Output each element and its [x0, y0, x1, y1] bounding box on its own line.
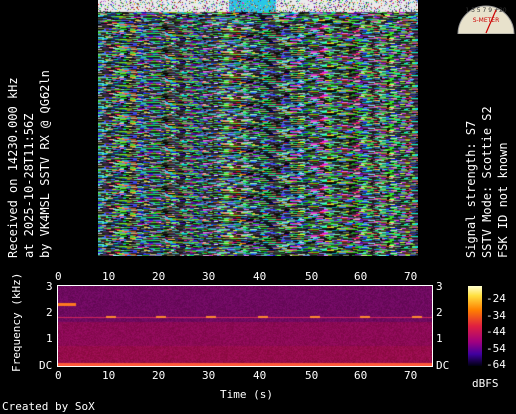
meter-label: S-METER: [473, 17, 500, 24]
top-tick-label: 50: [305, 270, 319, 283]
colorbar-tick: -64: [486, 358, 506, 371]
colorbar-tick: -34: [486, 309, 506, 322]
spectrogram-frame: [57, 285, 433, 367]
right-y-tick-label: 3: [436, 280, 443, 293]
colorbar-tick: -44: [486, 325, 506, 338]
bottom-tick-label: 20: [152, 369, 166, 382]
caption-received-frequency: Received on 14230.000 kHz: [6, 77, 20, 258]
top-tick-label: 40: [253, 270, 267, 283]
caption-received-time: at 2025-10-28T11:56Z: [22, 113, 36, 259]
meter-scale: 1 3 5 7 9 +20: [465, 7, 506, 14]
top-tick-label: 30: [202, 270, 216, 283]
top-tick-label: 0: [55, 270, 62, 283]
y-axis-title: Frequency (kHz): [10, 272, 23, 372]
caption-sstv-mode: SSTV Mode: Scottie S2: [480, 106, 494, 258]
top-tick-label: 20: [152, 270, 166, 283]
bottom-tick-label: 40: [253, 369, 267, 382]
caption-fsk-id: FSK ID not known: [496, 142, 510, 258]
bottom-tick-label: 50: [305, 369, 319, 382]
sstv-decoded-image: [98, 0, 418, 256]
colorbar-tick: -54: [486, 342, 506, 355]
right-y-tick-label: DC: [436, 359, 450, 372]
x-axis-title: Time (s): [220, 388, 273, 401]
y-tick-label: 1: [46, 332, 53, 345]
bottom-tick-label: 70: [404, 369, 418, 382]
bottom-tick-label: 30: [202, 369, 216, 382]
colorbar: [468, 286, 482, 366]
colorbar-tick: -24: [486, 292, 506, 305]
y-tick-label: 3: [46, 280, 53, 293]
caption-signal-strength: Signal strength: S7: [464, 120, 478, 258]
right-y-tick-label: 1: [436, 332, 443, 345]
s-meter-icon: 1 3 5 7 9 +20 S-METER: [457, 5, 515, 34]
right-y-tick-label: 2: [436, 306, 443, 319]
top-tick-label: 70: [404, 270, 418, 283]
colorbar-label: dBFS: [472, 377, 499, 390]
y-tick-label: 2: [46, 306, 53, 319]
bottom-tick-label: 0: [55, 369, 62, 382]
bottom-tick-label: 10: [102, 369, 116, 382]
top-tick-label: 60: [354, 270, 368, 283]
y-tick-label: DC: [39, 359, 53, 372]
caption-receiver: by VK4MSL SSTV RX @ QG62ln: [38, 70, 52, 258]
footer-credit: Created by SoX: [2, 400, 95, 413]
top-tick-label: 10: [102, 270, 116, 283]
bottom-tick-label: 60: [354, 369, 368, 382]
